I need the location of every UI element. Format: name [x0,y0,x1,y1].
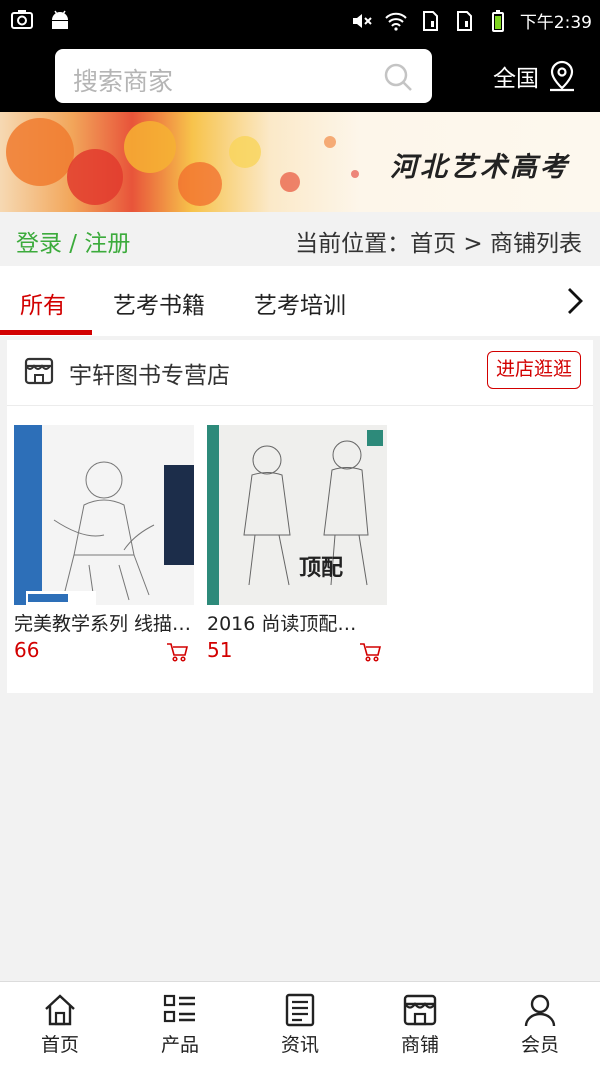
nav-products[interactable]: 产品 [120,982,240,1067]
book-cover-sketch-2: 顶配 [207,425,387,605]
nav-member-label: 会员 [520,1034,559,1056]
bottom-nav: 首页 产品 资讯 商铺 会员 [0,981,600,1067]
tab-art-books[interactable]: 艺考书籍 [113,286,205,320]
active-tab-indicator [0,330,92,335]
banner[interactable]: 河北艺术高考 [0,112,600,212]
news-icon [285,993,315,1027]
search-icon[interactable] [382,61,414,93]
screenshot-icon [11,10,33,29]
product-name[interactable]: 完美教学系列 线描… [14,609,190,636]
store-card: 宇轩图书专营店 进店逛逛 完美教学系列 线描… 66 顶配 2016 尚读顶配…… [7,340,593,693]
wifi-icon [385,12,407,31]
product-image[interactable] [14,425,194,605]
region-label: 全国 [493,66,539,92]
tab-all[interactable]: 所有 [20,286,66,320]
battery-icon [491,9,504,32]
sim2-icon [456,10,472,31]
nav-news-label: 资讯 [280,1034,319,1056]
nav-home-label: 首页 [40,1034,79,1056]
sim1-icon [422,10,438,31]
book-cover-sketch-1 [14,425,194,605]
search-input[interactable]: 搜索商家 [55,49,432,103]
android-icon [52,10,68,29]
cover-title: 顶配 [299,555,343,581]
status-bar: 下午2:39 [0,0,600,40]
product-item[interactable]: 完美教学系列 线描… 66 [14,425,194,662]
region-selector[interactable]: 全国 [493,59,577,93]
search-placeholder: 搜索商家 [73,67,174,96]
nav-member[interactable]: 会员 [480,982,600,1067]
store-icon [24,357,54,385]
status-time: 下午2:39 [519,13,592,33]
nav-products-label: 产品 [160,1034,199,1056]
breadcrumb: 当前位置：首页 > 商铺列表 [295,231,582,257]
paint-splash-graphic [6,118,359,206]
home-icon [45,994,75,1026]
nav-shops[interactable]: 商铺 [360,982,480,1067]
nav-home[interactable]: 首页 [0,982,120,1067]
user-icon [524,994,556,1027]
cart-icon[interactable] [359,641,381,663]
location-pin-icon [550,60,574,92]
nav-shops-label: 商铺 [400,1034,439,1056]
location-bar: 登录 / 注册 当前位置：首页 > 商铺列表 [0,212,600,266]
store-name[interactable]: 宇轩图书专营店 [69,356,230,390]
nav-news[interactable]: 资讯 [240,982,360,1067]
chevron-right-icon[interactable] [564,286,586,316]
login-register-link[interactable]: 登录 / 注册 [16,224,130,258]
top-header: 搜索商家 全国 [0,40,600,112]
category-tabs: 所有 艺考书籍 艺考培训 [0,266,600,336]
banner-title: 河北艺术高考 [390,152,570,183]
store-header: 宇轩图书专营店 进店逛逛 [7,340,593,406]
product-image[interactable]: 顶配 [207,425,387,605]
product-name[interactable]: 2016 尚读顶配… [207,609,383,636]
shop-icon [403,994,437,1026]
enter-store-button[interactable]: 进店逛逛 [486,351,581,389]
cart-icon[interactable] [166,641,188,663]
mute-icon [352,13,372,28]
tab-art-training[interactable]: 艺考培训 [254,286,346,320]
product-item[interactable]: 顶配 2016 尚读顶配… 51 [207,425,387,662]
list-icon [163,994,195,1023]
